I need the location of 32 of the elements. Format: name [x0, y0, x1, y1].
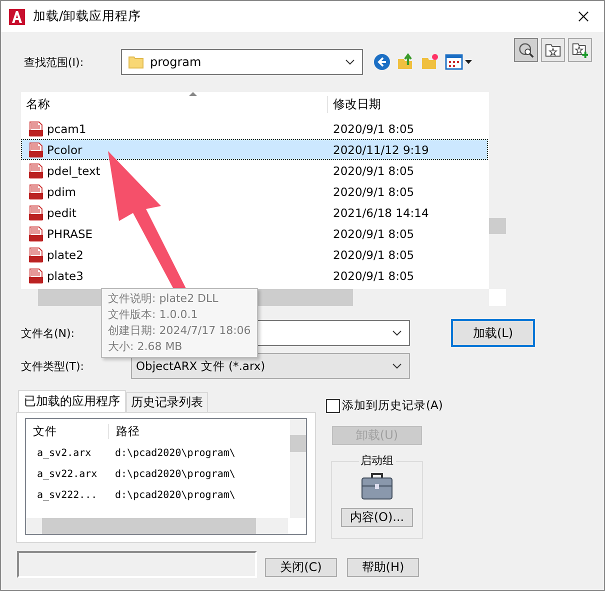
look-in-label: 查找范围(I):	[23, 54, 85, 70]
file-name: plate2	[46, 248, 84, 262]
file-name: pedit	[46, 206, 76, 220]
file-name-label: 文件名(N):	[20, 326, 75, 340]
tooltip-line: 大小: 2.68 MB	[108, 339, 184, 355]
app-path: d:\pcad2020\program\	[115, 469, 236, 480]
file-type-label: 文件类型(T):	[20, 358, 84, 374]
app-file: a_sv222...	[36, 490, 98, 501]
file-date: 2020/11/12 9:19	[333, 142, 429, 156]
file-name: pcam1	[46, 122, 86, 136]
app-path: d:\pcad2020\program\	[115, 490, 236, 501]
file-date: 2021/6/18 14:14	[333, 206, 429, 220]
file-date: 2020/9/1 8:05	[333, 184, 414, 198]
file-name: pdim	[46, 184, 76, 198]
file-name: pdel_text	[46, 164, 100, 178]
app-file: a_sv2.arx	[36, 448, 92, 459]
checkbox-label: 添加到历史记录(A)	[342, 398, 443, 413]
file-name: PHRASE	[46, 226, 93, 240]
app-path: d:\pcad2020\program\	[115, 448, 236, 459]
file-date: 2020/9/1 8:05	[333, 268, 414, 282]
file-date: 2020/9/1 8:05	[333, 248, 414, 262]
file-name: Pcolor	[46, 142, 82, 156]
file-date: 2020/9/1 8:05	[333, 164, 414, 178]
tooltip-line: 文件版本: 1.0.0.1	[108, 307, 199, 323]
window-title: 加载/卸载应用程序	[33, 8, 142, 25]
file-date: 2020/9/1 8:05	[333, 122, 414, 136]
tooltip-line: 创建日期: 2024/7/17 18:06	[108, 323, 251, 339]
tooltip-line: 文件说明: plate2 DLL	[108, 291, 220, 307]
file-date: 2020/9/1 8:05	[333, 226, 414, 240]
app-file: a_sv22.arx	[36, 469, 98, 480]
group-title: 启动组	[358, 453, 396, 468]
file-name: plate3	[46, 268, 84, 282]
